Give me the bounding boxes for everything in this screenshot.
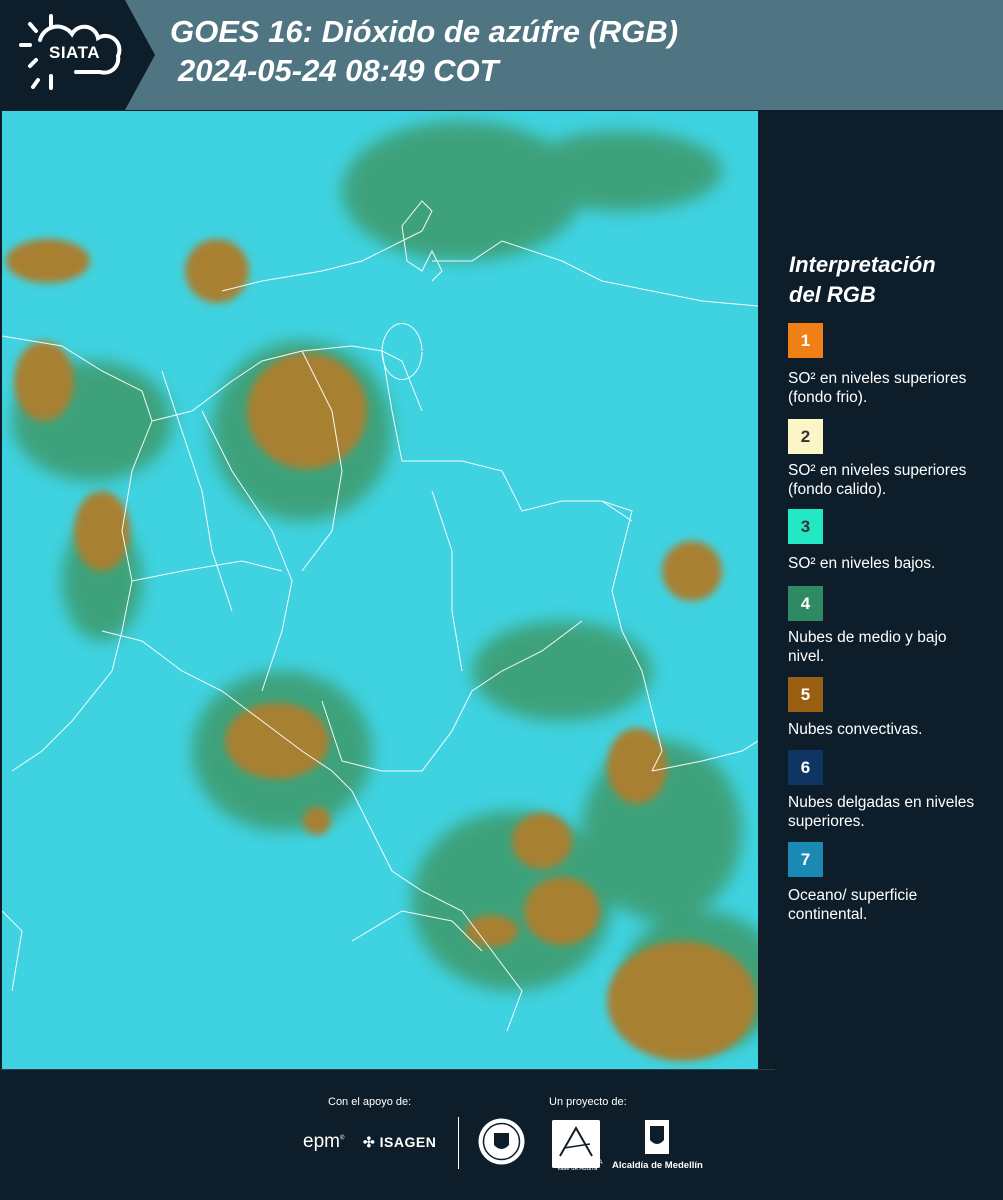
legend-label-2: SO² en niveles superiores (fondo calido)…: [788, 462, 967, 498]
legend-swatch-7: 7: [788, 842, 823, 877]
area-metropolitana-text: METROPOLITANA Valle de Aburrá: [551, 1160, 603, 1172]
isagen-logo: ✣ ISAGEN: [363, 1134, 436, 1151]
legend-label-3: SO² en niveles bajos.: [788, 555, 936, 572]
alcaldia-text: Alcaldía de Medellín: [612, 1160, 703, 1171]
header-bar: SIATA GOES 16: Dióxido de azúfre (RGB) 2…: [0, 0, 1003, 110]
legend-swatch-number: 1: [800, 330, 811, 350]
legend-swatch-number: 4: [800, 593, 811, 613]
legend-swatch-6: 6: [788, 750, 823, 785]
project-label: Un proyecto de:: [549, 1096, 627, 1108]
siata-logo-text: SIATA: [49, 43, 100, 62]
legend-label-1: SO² en niveles superiores (fondo frio).: [788, 370, 967, 406]
isagen-mark-icon: ✣: [363, 1134, 380, 1150]
legend-swatch-number: 3: [800, 516, 811, 536]
legend-label-7: Oceano/ superficie continental.: [788, 887, 918, 923]
page-title: GOES 16: Dióxido de azúfre (RGB): [170, 14, 679, 49]
legend-title-line1: Interpretación: [789, 252, 936, 277]
legend-label-4: Nubes de medio y bajo nivel.: [788, 629, 947, 665]
footer-divider: [0, 1069, 775, 1070]
epm-logo-text: epm: [303, 1131, 340, 1152]
legend-swatch-2: 2: [788, 419, 823, 454]
legend-swatch-number: 2: [800, 426, 811, 446]
epm-logo: epm®: [303, 1131, 345, 1152]
isagen-logo-text: ISAGEN: [379, 1134, 437, 1150]
support-label: Con el apoyo de:: [328, 1096, 412, 1108]
medellin-seal-icon: [478, 1118, 525, 1165]
legend-swatch-number: 5: [800, 684, 811, 704]
legend-swatch-5: 5: [788, 677, 823, 712]
legend-swatch-number: 6: [800, 757, 811, 777]
satellite-image: [2, 111, 758, 1069]
siata-logo: SIATA: [0, 0, 155, 110]
legend-swatch-3: 3: [788, 509, 823, 544]
legend-label-6: Nubes delgadas en niveles superiores.: [788, 794, 975, 830]
legend-swatch-number: 7: [800, 849, 811, 869]
logo-divider: [458, 1117, 459, 1169]
legend-title-line2: del RGB: [789, 282, 876, 307]
legend-swatch-1: 1: [788, 323, 823, 358]
alcaldia-shield-icon: [645, 1120, 669, 1154]
legend-title: Interpretación del RGB: [789, 250, 989, 310]
legend-swatch-4: 4: [788, 586, 823, 621]
page-timestamp: 2024-05-24 08:49 COT: [178, 53, 499, 88]
legend-label-5: Nubes convectivas.: [788, 721, 923, 738]
satellite-map: [2, 111, 758, 1069]
